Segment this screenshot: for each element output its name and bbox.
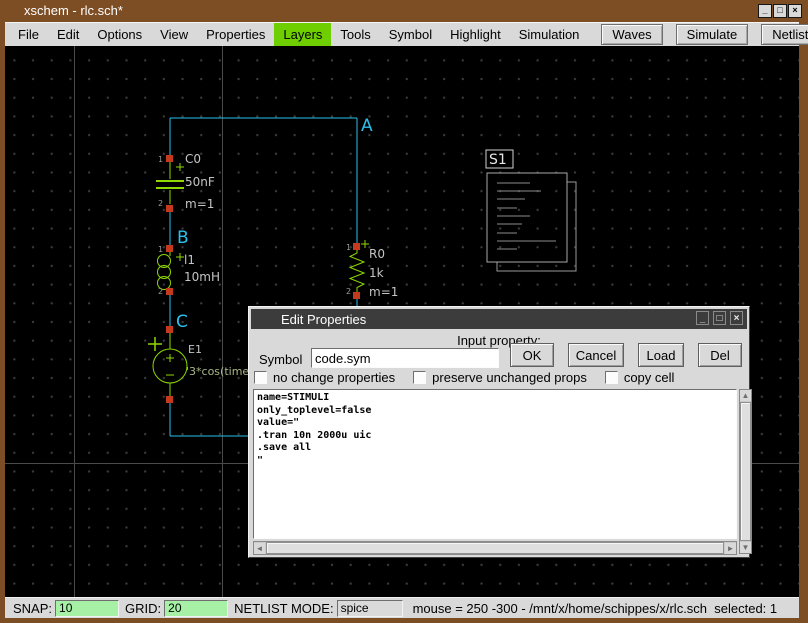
preserve-unchanged-props-checkbox[interactable]: [413, 371, 426, 384]
no-change-properties-label: no change properties: [273, 370, 395, 385]
pin[interactable]: [353, 292, 360, 299]
capacitor-value: 50nF: [185, 175, 215, 189]
menu-properties[interactable]: Properties: [197, 23, 274, 46]
resistor-mult: m=1: [369, 285, 398, 299]
menu-simulation[interactable]: Simulation: [510, 23, 589, 46]
pin-number: 2: [346, 287, 351, 296]
pin-number: 2: [158, 199, 163, 208]
minimize-icon[interactable]: _: [758, 4, 772, 18]
pin-number: 2: [158, 287, 163, 296]
dialog-titlebar[interactable]: Edit Properties _ □ ×: [251, 309, 747, 329]
horizontal-scrollbar[interactable]: ◄ ►: [253, 541, 737, 555]
inductor-l1[interactable]: l1 10mH: [158, 252, 220, 290]
node-label-c[interactable]: C: [176, 312, 188, 332]
node-label-a[interactable]: A: [361, 116, 373, 136]
code-symbol-label: S1: [489, 152, 507, 168]
code-symbol-back-sheet: [497, 182, 576, 271]
close-icon[interactable]: ×: [788, 4, 802, 18]
pin-number: 1: [346, 243, 351, 252]
snap-input[interactable]: 10: [55, 600, 119, 617]
mouse-coordinates-info: mouse = 250 -300 - /mnt/x/home/schippes/…: [413, 601, 778, 616]
plus-terminal-mark: [166, 354, 174, 362]
netlist-button[interactable]: Netlist: [761, 24, 808, 45]
dialog-title: Edit Properties: [281, 312, 366, 327]
pin[interactable]: [353, 243, 360, 250]
menu-layers[interactable]: Layers: [274, 23, 331, 46]
ok-button[interactable]: OK: [510, 343, 554, 367]
netlist-mode-label: NETLIST MODE:: [234, 601, 333, 616]
source-name: E1: [188, 343, 202, 356]
scroll-down-icon[interactable]: ▼: [740, 542, 751, 553]
dialog-maximize-icon[interactable]: □: [713, 311, 726, 325]
pin[interactable]: [166, 155, 173, 162]
menu-bar: File Edit Options View Properties Layers…: [5, 22, 799, 46]
simulate-button[interactable]: Simulate: [676, 24, 749, 45]
copy-cell-checkbox[interactable]: [605, 371, 618, 384]
snap-label: SNAP:: [13, 601, 52, 616]
pin[interactable]: [166, 205, 173, 212]
symbol-label: Symbol: [259, 352, 302, 367]
pin[interactable]: [166, 326, 173, 333]
dialog-window-controls: _ □ ×: [696, 311, 743, 325]
node-labels: A B C: [176, 116, 373, 332]
pin[interactable]: [166, 288, 173, 295]
grid-input[interactable]: 20: [164, 600, 228, 617]
no-change-properties-checkbox[interactable]: [254, 371, 267, 384]
dialog-minimize-icon[interactable]: _: [696, 311, 709, 325]
cancel-button[interactable]: Cancel: [568, 343, 624, 367]
dialog-close-icon[interactable]: ×: [730, 311, 743, 325]
source-e1[interactable]: E1 '3*cos(time*ti: [148, 333, 262, 398]
grid-label: GRID:: [125, 601, 161, 616]
maximize-icon[interactable]: □: [773, 4, 787, 18]
plus-mark: [176, 253, 184, 261]
plus-mark: [148, 337, 162, 351]
pin[interactable]: [166, 396, 173, 403]
pin[interactable]: [166, 245, 173, 252]
preserve-unchanged-props-label: preserve unchanged props: [432, 370, 587, 385]
window-titlebar[interactable]: xschem - rlc.sch* _ □ ×: [0, 0, 808, 22]
window-title: xschem - rlc.sch*: [24, 3, 123, 18]
horizontal-scroll-thumb[interactable]: [266, 542, 724, 554]
checkbox-row: no change properties preserve unchanged …: [254, 369, 692, 385]
pin-number: 1: [158, 245, 163, 254]
resistor-value: 1k: [369, 266, 384, 280]
vertical-scrollbar[interactable]: ▲ ▼: [739, 389, 752, 554]
symbol-input[interactable]: [311, 348, 499, 368]
node-label-b[interactable]: B: [177, 228, 189, 248]
scroll-up-icon[interactable]: ▲: [740, 390, 751, 401]
waves-button[interactable]: Waves: [601, 24, 662, 45]
capacitor-mult: m=1: [185, 197, 214, 211]
menu-view[interactable]: View: [151, 23, 197, 46]
capacitor-name: C0: [185, 152, 201, 166]
plus-mark: [361, 240, 369, 248]
load-button[interactable]: Load: [638, 343, 684, 367]
xschem-window: xschem - rlc.sch* _ □ × File Edit Option…: [0, 0, 808, 623]
property-textarea[interactable]: name=STIMULI only_toplevel=false value="…: [253, 389, 737, 539]
code-text-lines: [497, 183, 556, 249]
vertical-scroll-thumb[interactable]: [740, 402, 751, 541]
del-button[interactable]: Del: [698, 343, 742, 367]
capacitor-c0[interactable]: C0 50nF m=1: [156, 152, 215, 211]
menu-file[interactable]: File: [9, 23, 48, 46]
code-symbol-s1[interactable]: S1: [486, 150, 576, 271]
menu-highlight[interactable]: Highlight: [441, 23, 510, 46]
pin-number: 1: [158, 155, 163, 164]
window-controls: _ □ ×: [758, 4, 802, 18]
menu-symbol[interactable]: Symbol: [380, 23, 441, 46]
menu-edit[interactable]: Edit: [48, 23, 88, 46]
menu-options[interactable]: Options: [88, 23, 151, 46]
plus-mark: [176, 163, 184, 171]
scroll-right-icon[interactable]: ►: [725, 543, 736, 554]
status-bar: SNAP: 10 GRID: 20 NETLIST MODE: spice mo…: [5, 597, 799, 618]
edit-properties-dialog: Edit Properties _ □ × Input property: Sy…: [248, 306, 750, 558]
scroll-left-icon[interactable]: ◄: [254, 543, 265, 554]
inductor-value: 10mH: [184, 270, 220, 284]
menu-tools[interactable]: Tools: [331, 23, 379, 46]
netlist-mode-input[interactable]: spice: [337, 600, 403, 617]
copy-cell-label: copy cell: [624, 370, 675, 385]
inductor-name: l1: [184, 253, 195, 267]
resistor-name: R0: [369, 247, 385, 261]
